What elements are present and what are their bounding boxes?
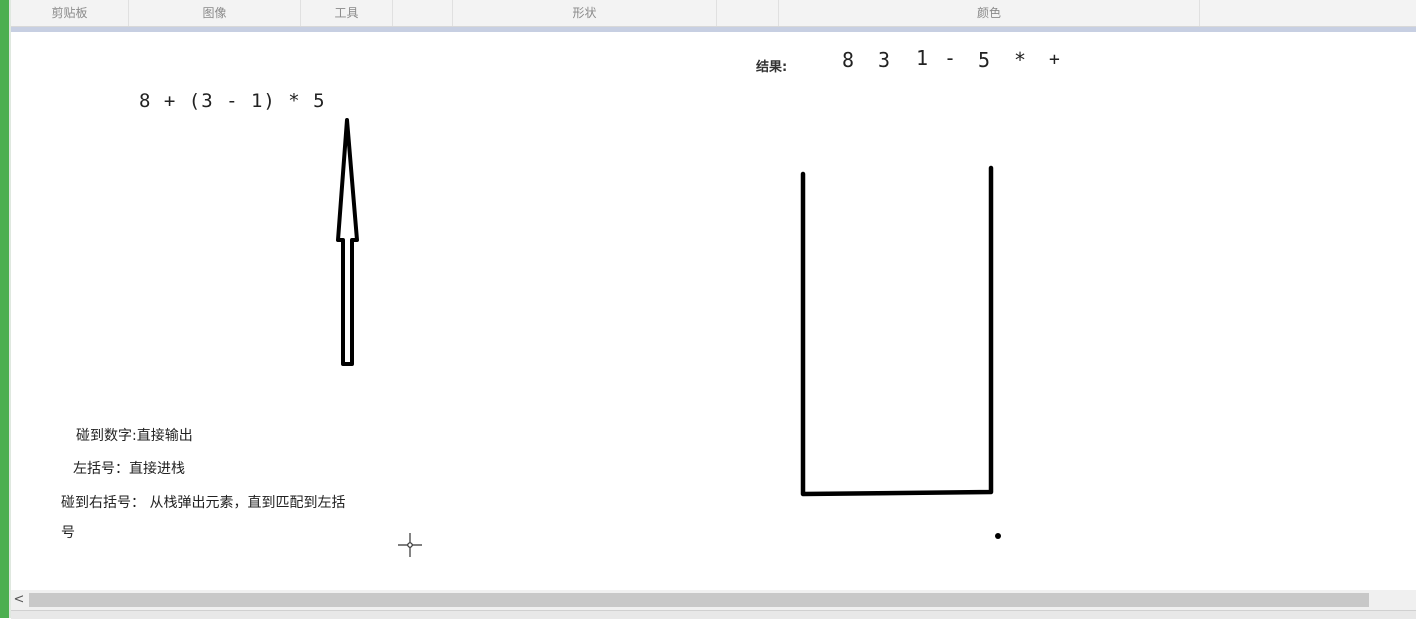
horizontal-scrollbar[interactable]: < <box>11 590 1416 610</box>
ribbon-group-shapes[interactable]: 形状 <box>453 0 717 26</box>
crosshair-cursor-icon <box>398 533 422 557</box>
ribbon-group-spacer <box>393 0 453 26</box>
scroll-thumb[interactable] <box>29 593 1369 607</box>
ribbon-group-colors[interactable]: 颜色 <box>779 0 1200 26</box>
scroll-left-arrow-icon[interactable]: < <box>11 590 27 610</box>
up-arrow <box>336 118 359 366</box>
paint-canvas[interactable]: 8 + (3 - 1) * 5 结果: 8 3 1 - 5 * + 碰到数字:直… <box>11 32 1416 590</box>
ribbon-group-tools[interactable]: 工具 <box>301 0 393 26</box>
ribbon-group-size[interactable] <box>717 0 779 26</box>
ribbon-group-labels: 剪贴板 图像 工具 形状 颜色 <box>11 0 1416 27</box>
hand-drawings <box>336 118 1001 557</box>
ribbon-group-clipboard[interactable]: 剪贴板 <box>11 0 129 26</box>
window-left-edge <box>0 0 9 618</box>
dot-mark <box>995 533 1001 539</box>
stack-container <box>800 165 994 497</box>
ribbon-group-image[interactable]: 图像 <box>129 0 301 26</box>
